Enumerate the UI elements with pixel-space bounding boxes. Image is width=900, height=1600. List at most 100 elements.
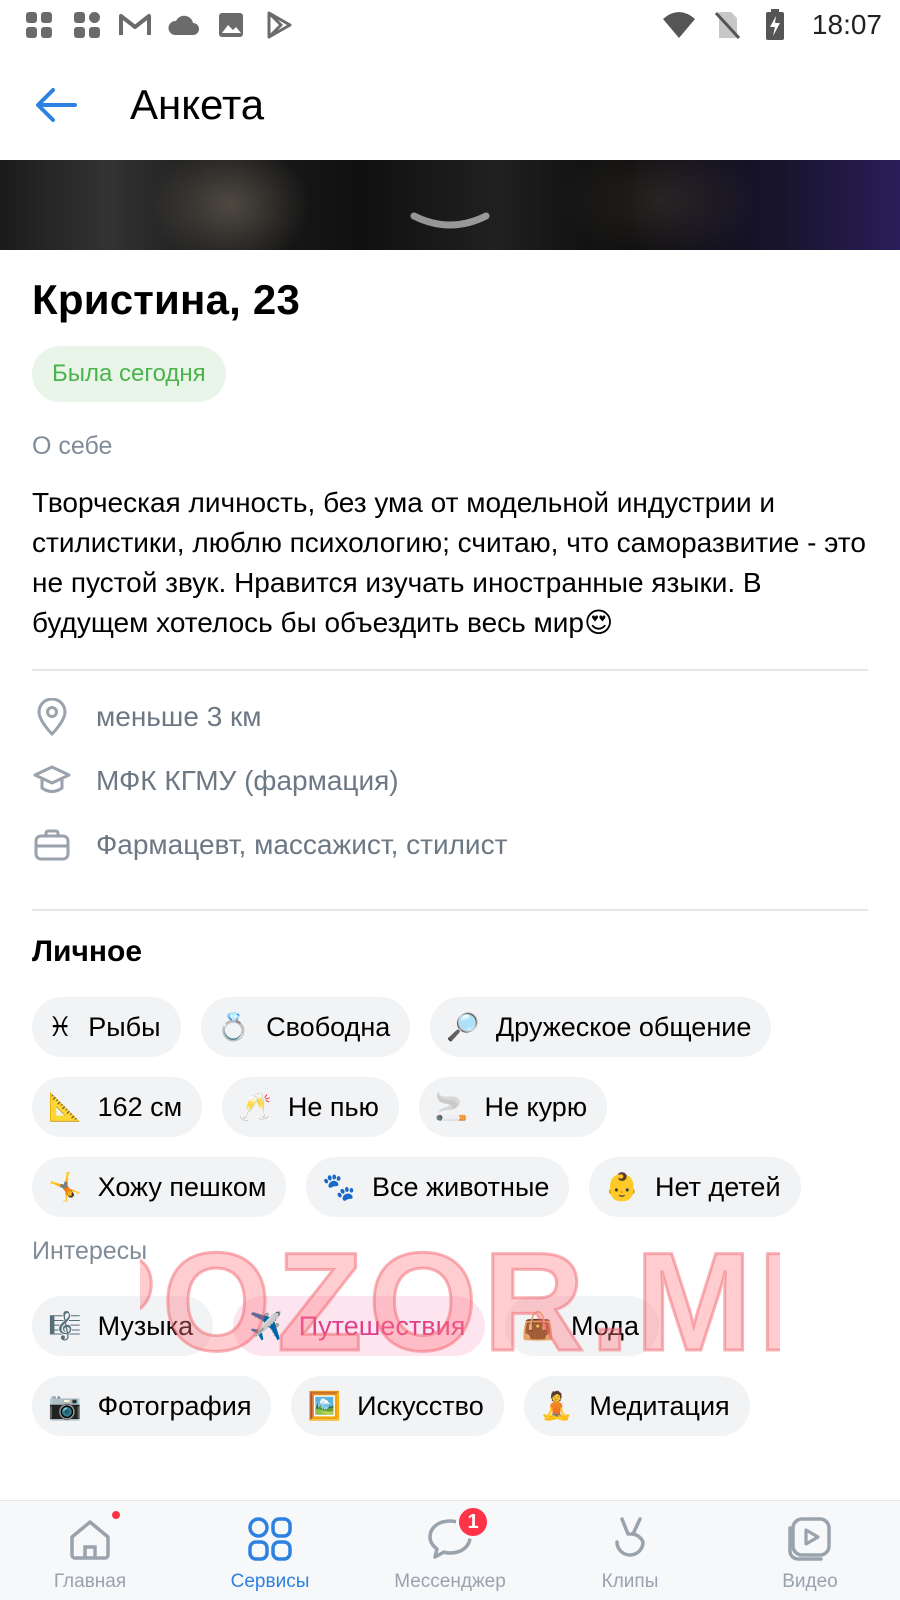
camera-icon: 📷 <box>48 1391 82 1422</box>
chevron-down-icon[interactable] <box>410 210 490 240</box>
nav-label: Клипы <box>601 1571 659 1592</box>
chip-label: Нет детей <box>655 1171 781 1202</box>
gmail-icon <box>118 10 152 40</box>
battery-charging-icon <box>758 9 792 40</box>
top-bar: Анкета <box>0 50 900 160</box>
chip-label: Хожу пешком <box>97 1171 267 1202</box>
status-time: 18:07 <box>811 9 882 40</box>
chip-label: Фотография <box>97 1390 252 1421</box>
about-label: О себе <box>32 432 113 460</box>
chat-bubble-icon: 1 <box>424 1505 490 1565</box>
work-text: Фармацевт, массажист, стилист <box>96 829 508 860</box>
chip-label: Не курю <box>484 1091 588 1122</box>
bottom-navigation: Главная Сервисы 1 Мессенджер Клипы Видео <box>0 1500 900 1600</box>
baby-icon: 👶 <box>605 1172 639 1203</box>
chip-sport[interactable]: 🤸 Хожу пешком <box>32 1157 287 1217</box>
image-icon <box>214 10 248 40</box>
chip-label: Музыка <box>97 1310 194 1341</box>
chip-music[interactable]: 🎼 Музыка <box>32 1296 214 1356</box>
chip-label: Путешествия <box>298 1310 466 1341</box>
info-distance: меньше 3 км <box>32 685 868 749</box>
divider <box>32 909 868 911</box>
cloud-icon <box>166 10 200 40</box>
apps-icon <box>22 10 56 40</box>
chip-label: Дружеское общение <box>495 1011 752 1042</box>
no-sim-icon <box>710 10 744 40</box>
chip-travel[interactable]: ✈️ Путешествия <box>233 1296 486 1356</box>
profile-photo[interactable] <box>0 160 900 250</box>
airplane-icon: ✈️ <box>249 1311 283 1342</box>
music-score-icon: 🎼 <box>48 1311 82 1342</box>
distance-text: меньше 3 км <box>96 701 262 732</box>
status-bar: 18:07 <box>0 0 900 50</box>
magnifier-icon: 🔎 <box>446 1012 480 1043</box>
education-text: МФК КГМУ (фармация) <box>96 765 399 796</box>
profile-name: Кристина, 23 <box>32 276 301 323</box>
graduation-cap-icon <box>32 761 72 801</box>
chip-label: Искусство <box>357 1390 484 1421</box>
chip-pets[interactable]: 🐾 Все животные <box>306 1157 570 1217</box>
chip-height[interactable]: 📐 162 см <box>32 1077 203 1137</box>
play-store-icon <box>262 10 296 40</box>
cigarette-icon: 🚬 <box>434 1092 469 1123</box>
system-icons: 18:07 <box>662 9 882 41</box>
page-title: Анкета <box>130 81 265 128</box>
info-education: МФК КГМУ (фармация) <box>32 749 868 813</box>
unread-count-badge: 1 <box>456 1505 490 1539</box>
chip-label: 162 см <box>97 1091 183 1122</box>
nav-label: Сервисы <box>230 1571 310 1592</box>
chip-label: Свободна <box>266 1011 391 1042</box>
info-list: меньше 3 км МФК КГМУ (фармация) Фармацев… <box>32 685 868 877</box>
nav-messenger[interactable]: 1 Мессенджер <box>360 1501 540 1600</box>
interests-chips: 🎼 Музыка ✈️ Путешествия 👜 Мода 📷 Фотография … <box>32 1296 868 1436</box>
paw-icon: 🐾 <box>322 1172 357 1203</box>
personal-section-title: Личное <box>32 935 143 968</box>
chip-children[interactable]: 👶 Нет детей <box>589 1157 801 1217</box>
chip-photography[interactable]: 📷 Фотография <box>32 1376 272 1436</box>
nav-label: Мессенджер <box>394 1571 506 1592</box>
ring-icon: 💍 <box>216 1012 251 1043</box>
arrow-left-icon <box>36 88 77 122</box>
chip-label: Не пью <box>287 1091 379 1122</box>
handbag-icon: 👜 <box>521 1311 555 1342</box>
online-status-badge: Была сегодня <box>32 346 226 402</box>
chip-label: Рыбы <box>88 1011 161 1042</box>
pisces-icon: ♓ <box>48 1011 73 1043</box>
cartwheel-icon: 🤸 <box>48 1172 82 1203</box>
notification-icons <box>22 10 296 40</box>
interests-label: Интересы <box>32 1237 148 1265</box>
chip-label: Все животные <box>372 1171 550 1202</box>
chip-smoking[interactable]: 🚬 Не курю <box>418 1077 608 1137</box>
nav-clips[interactable]: Клипы <box>540 1501 720 1600</box>
chip-looking-for[interactable]: 🔎 Дружеское общение <box>430 997 772 1057</box>
briefcase-icon <box>32 825 72 865</box>
chip-zodiac[interactable]: ♓ Рыбы <box>32 997 181 1057</box>
chip-fashion[interactable]: 👜 Мода <box>505 1296 659 1356</box>
location-pin-icon <box>32 697 72 737</box>
back-button[interactable] <box>26 75 86 135</box>
clips-icon <box>604 1513 656 1565</box>
chip-label: Мода <box>570 1310 639 1341</box>
meditation-icon: 🧘 <box>539 1391 574 1422</box>
chip-art[interactable]: 🖼️ Искусство <box>291 1376 504 1436</box>
chip-meditation[interactable]: 🧘 Медитация <box>523 1376 750 1436</box>
chip-label: Медитация <box>589 1390 730 1421</box>
personal-chips: ♓ Рыбы 💍 Свободна 🔎 Дружеское общение 📐 162 … <box>32 997 868 1217</box>
nav-services[interactable]: Сервисы <box>180 1501 360 1600</box>
services-grid-icon <box>244 1513 296 1565</box>
info-work: Фармацевт, массажист, стилист <box>32 813 868 877</box>
notification-dot <box>110 1509 122 1521</box>
nav-label: Главная <box>53 1571 127 1592</box>
framed-picture-icon: 🖼️ <box>307 1391 342 1422</box>
video-icon <box>784 1513 836 1565</box>
nav-home[interactable]: Главная <box>0 1501 180 1600</box>
nav-video[interactable]: Видео <box>720 1501 900 1600</box>
nav-label: Видео <box>782 1571 838 1592</box>
chip-alcohol[interactable]: 🥂 Не пью <box>222 1077 399 1137</box>
profile-content: Кристина, 23 Была сегодня О себе Творчес… <box>32 250 868 1456</box>
chip-relationship[interactable]: 💍 Свободна <box>200 997 411 1057</box>
divider <box>32 669 868 671</box>
apps-alt-icon <box>70 10 104 40</box>
wifi-icon <box>662 10 696 40</box>
home-icon <box>64 1509 122 1565</box>
